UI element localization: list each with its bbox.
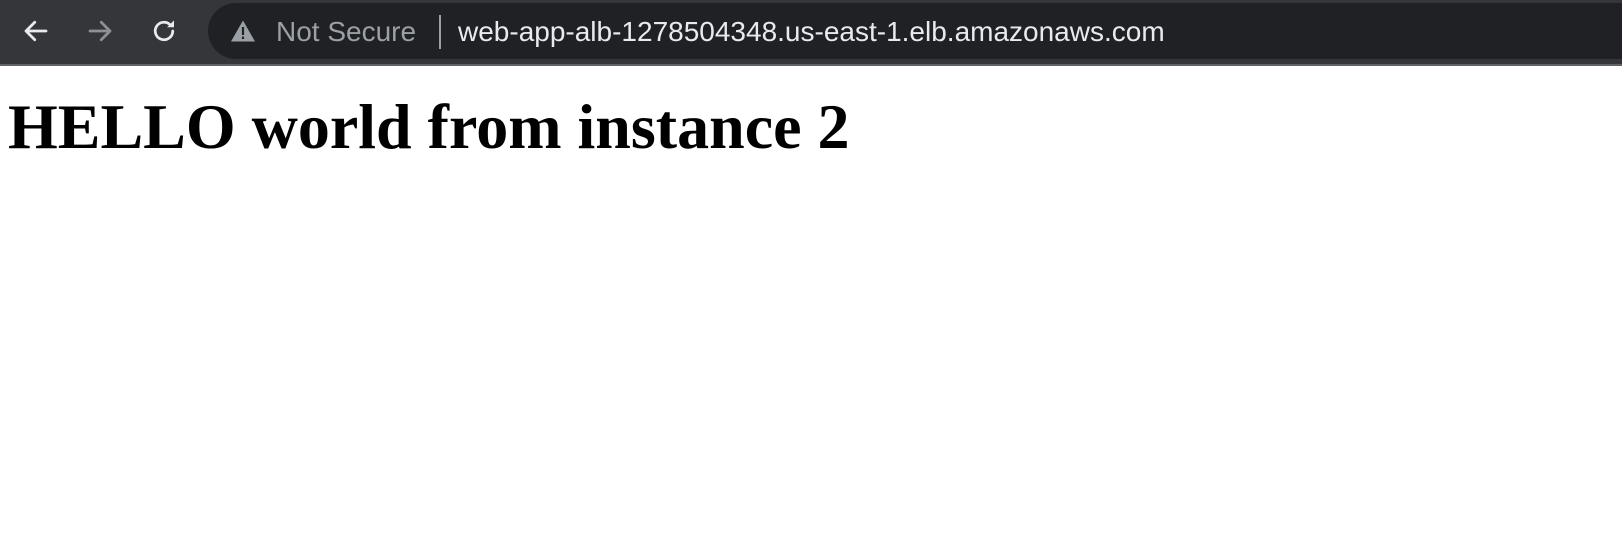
back-button[interactable] [16, 11, 56, 51]
security-status-label[interactable]: Not Secure [276, 16, 416, 48]
browser-toolbar: Not Secure web-app-alb-1278504348.us-eas… [0, 0, 1622, 66]
arrow-left-icon [24, 20, 48, 42]
address-bar[interactable]: Not Secure web-app-alb-1278504348.us-eas… [208, 3, 1622, 59]
reload-button[interactable] [144, 11, 184, 51]
omnibox-divider [439, 15, 441, 49]
warning-triangle-icon[interactable] [230, 19, 256, 43]
page-heading: HELLO world from instance 2 [8, 91, 850, 162]
page-content: HELLO world from instance 2 [0, 68, 1622, 548]
url-text[interactable]: web-app-alb-1278504348.us-east-1.elb.ama… [458, 16, 1165, 48]
arrow-right-icon [88, 20, 112, 42]
forward-button[interactable] [80, 11, 120, 51]
reload-icon [153, 20, 175, 42]
